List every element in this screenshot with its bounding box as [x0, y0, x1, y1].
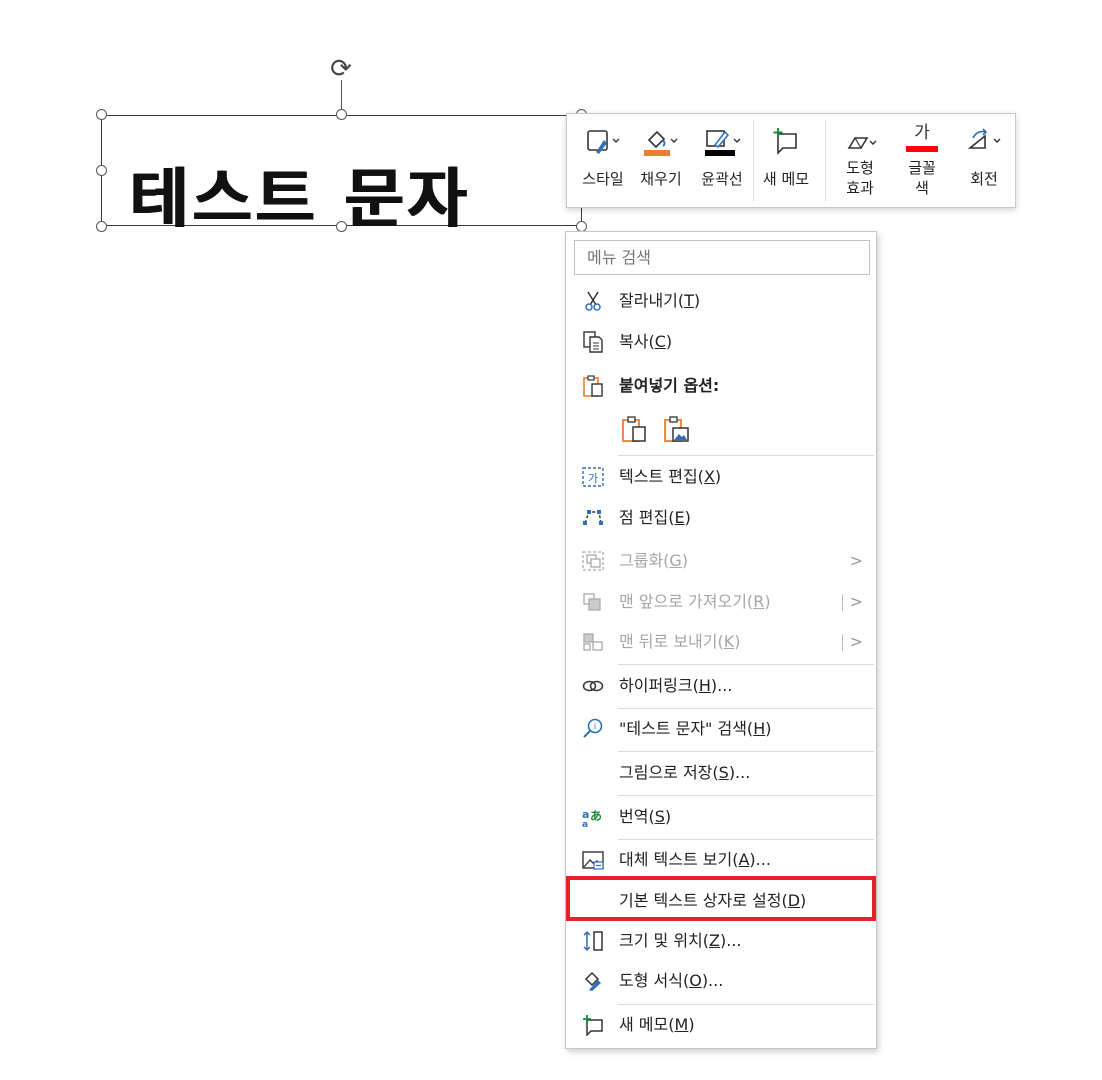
- menu-search-input[interactable]: [574, 240, 870, 275]
- font-color-button[interactable]: 가 글꼴 색: [891, 114, 953, 209]
- menu-label: 크기 및 위치(Z)...: [619, 931, 742, 950]
- menu-item-save-as-picture[interactable]: 그림으로 저장(S)...: [567, 753, 875, 793]
- resize-handle-bottom-left[interactable]: [96, 221, 107, 232]
- menu-item-edit-text[interactable]: 가 텍스트 편집(X): [567, 457, 875, 497]
- shape-style-icon: [587, 130, 620, 154]
- edit-points-icon: [583, 510, 603, 525]
- submenu-chevron-icon: >: [849, 632, 863, 651]
- menu-divider: [618, 664, 874, 665]
- rotate-label: 회전: [970, 170, 998, 188]
- new-comment-label: 새 메모: [762, 170, 810, 188]
- toolbar-separator: [753, 120, 754, 202]
- menu-item-size-position[interactable]: 크기 및 위치(Z)...: [567, 921, 875, 961]
- toolbar-separator: [825, 120, 826, 202]
- bring-to-front-icon: [583, 593, 601, 611]
- style-label: 스타일: [582, 170, 624, 188]
- font-color-swatch: [906, 146, 938, 152]
- submenu-chevron-icon: >: [849, 592, 863, 611]
- format-shape-icon: [584, 971, 601, 991]
- outline-button[interactable]: 윤곽선: [689, 114, 755, 209]
- scissors-icon: [585, 291, 601, 311]
- shape-effects-button[interactable]: 도형 효과: [829, 114, 891, 209]
- alt-text-icon: [582, 851, 604, 870]
- menu-label: 번역(S): [619, 807, 672, 826]
- split-divider: [842, 594, 843, 611]
- link-icon: [582, 680, 604, 692]
- menu-label: 텍스트 편집(X): [619, 467, 722, 486]
- translate-icon: a あ a: [582, 808, 602, 828]
- svg-text:i: i: [594, 722, 596, 731]
- menu-divider: [618, 751, 874, 752]
- submenu-chevron-icon: >: [849, 551, 863, 570]
- size-position-icon: [583, 930, 603, 952]
- new-comment-icon: [583, 1015, 603, 1036]
- paste-as-picture-icon[interactable]: [662, 416, 690, 444]
- menu-item-bring-to-front: 맨 앞으로 가져오기(R) >: [567, 582, 875, 622]
- split-divider: [842, 634, 843, 651]
- textbox-text[interactable]: 테스트 문자: [130, 160, 570, 240]
- menu-label: 하이퍼링크(H)...: [619, 676, 733, 695]
- menu-item-cut[interactable]: 잘라내기(T): [567, 281, 875, 321]
- resize-handle-left[interactable]: [96, 165, 107, 176]
- mini-toolbar: 스타일 채우기 윤곽선 새 메모 도형 효과 가 글꼴 색 회전: [566, 113, 1016, 208]
- menu-label: 맨 앞으로 가져오기(R): [619, 592, 771, 611]
- new-comment-icon: [773, 128, 797, 155]
- rotate-button[interactable]: 회전: [953, 114, 1015, 209]
- resize-handle-bottom[interactable]: [336, 221, 347, 232]
- highlight-box: [566, 876, 876, 921]
- menu-label: 새 메모(M): [619, 1015, 695, 1034]
- font-color-icon: 가: [904, 122, 940, 154]
- menu-item-edit-points[interactable]: 점 편집(E): [567, 498, 875, 538]
- rotation-handle-icon[interactable]: ⟳: [326, 54, 356, 84]
- svg-text:あ: あ: [590, 809, 602, 823]
- font-color-label: 글꼴 색: [908, 159, 936, 197]
- menu-item-hyperlink[interactable]: 하이퍼링크(H)...: [567, 666, 875, 706]
- menu-item-translate[interactable]: a あ a 번역(S): [567, 797, 875, 837]
- menu-label: 그림으로 저장(S)...: [619, 763, 751, 782]
- svg-text:가: 가: [588, 472, 598, 485]
- style-button[interactable]: 스타일: [571, 114, 635, 209]
- menu-item-paste-options: 붙여넣기 옵션:: [567, 366, 875, 406]
- menu-label: "테스트 문자" 검색(H): [619, 719, 772, 738]
- fill-label: 채우기: [640, 170, 682, 188]
- rotation-stem: [341, 80, 342, 109]
- shape-effects-icon: [847, 137, 877, 149]
- menu-item-group: 그룹화(G) >: [567, 541, 875, 581]
- menu-label: 도형 서식(O)...: [619, 971, 724, 990]
- menu-item-send-to-back: 맨 뒤로 보내기(K) >: [567, 622, 875, 662]
- menu-divider: [618, 795, 874, 796]
- menu-label: 대체 텍스트 보기(A)...: [619, 850, 771, 869]
- menu-item-new-comment[interactable]: 새 메모(M): [567, 1005, 875, 1045]
- font-color-glyph: 가: [914, 123, 930, 143]
- menu-divider: [618, 455, 874, 456]
- menu-label: 그룹화(G): [619, 551, 689, 570]
- menu-label: 붙여넣기 옵션:: [619, 376, 720, 395]
- copy-icon: [583, 331, 603, 353]
- smart-lookup-icon: i: [583, 718, 603, 738]
- menu-item-copy[interactable]: 복사(C): [567, 322, 875, 362]
- menu-label: 점 편집(E): [619, 508, 691, 527]
- new-comment-button[interactable]: 새 메모: [755, 114, 817, 209]
- resize-handle-top[interactable]: [336, 109, 347, 120]
- menu-label: 복사(C): [619, 332, 673, 351]
- paste-icon: [583, 375, 603, 397]
- menu-label: 잘라내기(T): [619, 291, 701, 310]
- resize-handle-top-left[interactable]: [96, 109, 107, 120]
- rotate-icon: [967, 128, 1001, 149]
- outline-label: 윤곽선: [701, 170, 743, 188]
- outline-pen-icon: [705, 130, 741, 156]
- menu-item-alt-text[interactable]: 대체 텍스트 보기(A)...: [567, 840, 875, 880]
- context-menu: 잘라내기(T) 복사(C) 붙여넣기 옵션: 가: [565, 231, 877, 1049]
- menu-item-format-shape[interactable]: 도형 서식(O)...: [567, 961, 875, 1001]
- paste-keep-format-icon[interactable]: [620, 416, 648, 444]
- svg-text:a: a: [582, 820, 588, 828]
- fill-button[interactable]: 채우기: [633, 114, 689, 209]
- send-to-back-icon: [583, 633, 603, 651]
- group-icon: [582, 551, 604, 571]
- shape-effects-label: 도형 효과: [846, 159, 874, 197]
- fill-bucket-icon: [644, 130, 678, 156]
- menu-item-search-text[interactable]: i "테스트 문자" 검색(H): [567, 709, 875, 749]
- menu-label: 맨 뒤로 보내기(K): [619, 632, 741, 651]
- edit-text-icon: 가: [582, 467, 604, 487]
